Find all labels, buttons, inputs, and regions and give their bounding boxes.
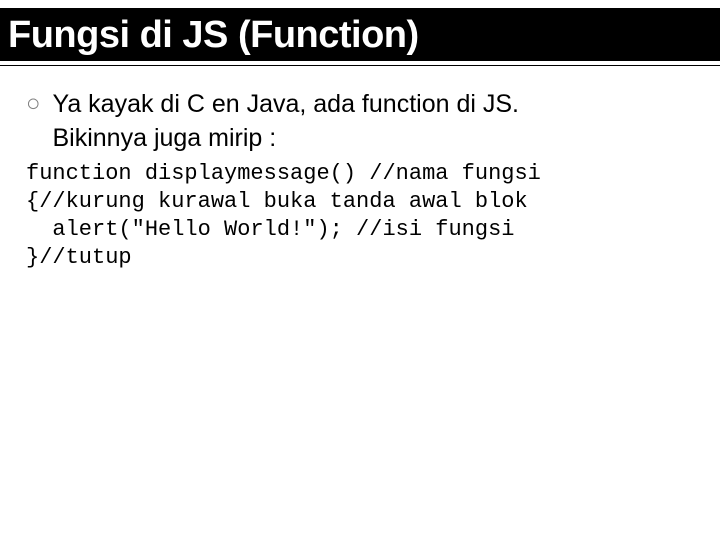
code-line: alert("Hello World!"); //isi fungsi (26, 217, 514, 242)
bullet-line-2: Bikinnya juga mirip : (53, 122, 519, 156)
slide-title: Fungsi di JS (Function) (8, 14, 712, 57)
title-band: Fungsi di JS (Function) (0, 8, 720, 61)
bullet-text-wrap: Ya kayak di C en Java, ada function di J… (53, 88, 519, 156)
code-line: }//tutup (26, 245, 132, 270)
body-area: ○ Ya kayak di C en Java, ada function di… (0, 66, 720, 272)
code-line: {//kurung kurawal buka tanda awal blok (26, 189, 528, 214)
bullet-item: ○ Ya kayak di C en Java, ada function di… (26, 88, 696, 156)
code-block: function displaymessage() //nama fungsi … (26, 160, 696, 273)
code-line: function displaymessage() //nama fungsi (26, 161, 541, 186)
slide: Fungsi di JS (Function) ○ Ya kayak di C … (0, 8, 720, 540)
bullet-line-1: Ya kayak di C en Java, ada function di J… (53, 88, 519, 122)
circle-bullet-icon: ○ (26, 88, 41, 120)
